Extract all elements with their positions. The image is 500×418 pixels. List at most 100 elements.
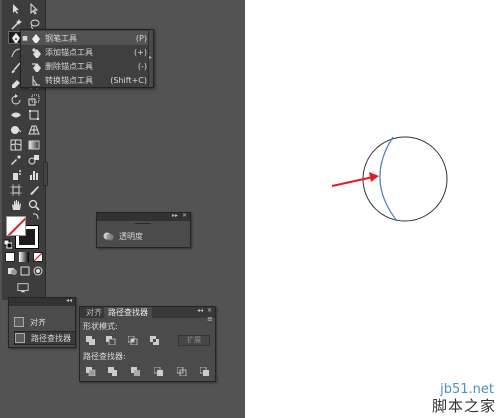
- tearoff-bar[interactable]: ▸: [148, 30, 153, 87]
- rotate-tool[interactable]: [8, 93, 24, 106]
- fill-color-swatch[interactable]: [6, 216, 26, 236]
- expand-button[interactable]: 扩展: [178, 335, 210, 346]
- flyout-item-convert-anchor[interactable]: 转换锚点工具 (Shift+C): [21, 73, 149, 87]
- transparency-row[interactable]: 透明度: [103, 231, 143, 242]
- tab-pathfinder[interactable]: 路径查找器: [104, 307, 152, 318]
- width-tool[interactable]: [8, 108, 24, 121]
- hand-icon: [12, 199, 21, 210]
- direct-selection-tool[interactable]: [26, 2, 42, 15]
- scale-tool[interactable]: [26, 93, 42, 106]
- gradient-tool[interactable]: [26, 138, 42, 151]
- panel-tab-bar: 对齐 路径查找器 ◂◂ ✕: [80, 307, 215, 318]
- tearoff-arrow-icon: ▸: [149, 54, 153, 61]
- none-fill-icon: [7, 217, 25, 235]
- draw-normal-button[interactable]: [7, 266, 17, 276]
- add-anchor-icon: [29, 46, 43, 58]
- column-graph-tool[interactable]: [26, 168, 42, 181]
- close-icon[interactable]: ✕: [182, 212, 187, 219]
- gradient-mode-button[interactable]: [19, 252, 29, 262]
- circle-shape[interactable]: [362, 136, 448, 222]
- panel-collapse-handle[interactable]: [43, 162, 48, 186]
- artwork: [331, 136, 448, 222]
- artboard[interactable]: [245, 0, 500, 418]
- minus-front-icon: [106, 336, 116, 346]
- collapse-icon[interactable]: ◂◂: [197, 307, 203, 314]
- magic-wand-icon: [11, 18, 22, 30]
- expand-icon[interactable]: ◂◂: [66, 297, 72, 304]
- align-panel-button[interactable]: 对齐: [14, 315, 76, 329]
- blend-tool[interactable]: [26, 153, 42, 166]
- minus-back-button[interactable]: [199, 366, 210, 376]
- blend-icon: [28, 154, 39, 164]
- divide-button[interactable]: [86, 367, 96, 377]
- column-graph-icon: [30, 170, 38, 180]
- direct-selection-icon: [30, 2, 39, 15]
- rotate-icon: [11, 93, 21, 104]
- symbol-sprayer-tool[interactable]: [8, 168, 24, 181]
- flyout-item-delete-anchor[interactable]: 删除锚点工具 (-): [21, 59, 149, 73]
- default-colors-icon: [4, 239, 12, 249]
- drag-grip: [135, 223, 151, 224]
- slice-tool[interactable]: [26, 183, 42, 196]
- color-mode-button[interactable]: [5, 252, 15, 262]
- panel-header[interactable]: ▸▸ ✕: [97, 212, 190, 221]
- draw-behind-button[interactable]: [20, 266, 30, 276]
- perspective-grid-tool[interactable]: [26, 123, 42, 136]
- none-mode-button[interactable]: [33, 252, 43, 262]
- align-icon: [14, 317, 24, 327]
- swap-arrows-icon: [32, 213, 39, 220]
- panel-header[interactable]: ◂◂: [9, 297, 75, 306]
- gradient-icon: [28, 140, 40, 149]
- lasso-icon: [30, 19, 40, 29]
- watermark: jb51.net 脚本之家: [382, 378, 500, 418]
- none-swatch-icon: [34, 252, 42, 262]
- draw-normal-icon: [8, 268, 17, 275]
- trim-icon: [108, 367, 117, 376]
- exclude-icon: [150, 336, 159, 345]
- selection-tool[interactable]: [8, 2, 24, 15]
- merge-button[interactable]: [131, 367, 141, 376]
- divide-icon: [86, 367, 96, 377]
- shape-builder-tool[interactable]: [8, 123, 24, 136]
- panel-menu-icon[interactable]: ≡: [207, 316, 213, 323]
- minus-front-button[interactable]: [106, 336, 116, 346]
- curved-path[interactable]: [379, 136, 398, 222]
- flyout-item-shortcut: (Shift+C): [110, 75, 147, 85]
- flyout-item-shortcut: (+): [134, 47, 147, 57]
- free-transform-tool[interactable]: [26, 108, 42, 121]
- flyout-item-pen[interactable]: ■ 钢笔工具 (P): [21, 31, 149, 45]
- close-icon[interactable]: ✕: [207, 307, 212, 314]
- unite-icon: [86, 336, 95, 345]
- free-transform-icon: [29, 109, 39, 120]
- pen-tool-flyout: ■ 钢笔工具 (P) 添加锚点工具 (+) 删除锚点工具 (-) 转换锚点工具 …: [20, 29, 154, 88]
- flyout-item-add-anchor[interactable]: 添加锚点工具 (+): [21, 45, 149, 59]
- flyout-item-label: 转换锚点工具: [45, 75, 93, 85]
- perspective-grid-icon: [28, 125, 40, 134]
- default-colors-button[interactable]: [4, 239, 12, 249]
- eyedropper-icon: [11, 154, 21, 165]
- screen-mode-button[interactable]: [16, 282, 30, 294]
- trim-button[interactable]: [108, 367, 118, 376]
- intersect-button[interactable]: [127, 335, 138, 346]
- pathfinder-panel-button[interactable]: 路径查找器: [14, 331, 76, 345]
- draw-inside-button[interactable]: [33, 266, 43, 276]
- artboard-icon: [10, 183, 22, 196]
- transparency-icon: [103, 232, 114, 241]
- unite-button[interactable]: [86, 336, 96, 345]
- exclude-button[interactable]: [150, 336, 160, 345]
- eyedropper-tool[interactable]: [8, 153, 24, 166]
- collapse-icon[interactable]: ▸▸: [172, 212, 178, 219]
- artboard-tool[interactable]: [8, 183, 24, 196]
- red-arrow-shaft: [331, 176, 374, 187]
- mesh-tool[interactable]: [8, 138, 24, 151]
- outline-button[interactable]: [176, 366, 187, 377]
- pathfinders-label: 路径查找器:: [83, 352, 126, 361]
- pathfinder-label: 路径查找器: [31, 333, 71, 343]
- tab-align[interactable]: 对齐: [82, 307, 106, 318]
- selected-dot-icon: ■: [22, 34, 28, 42]
- hand-tool[interactable]: [8, 198, 24, 211]
- draw-inside-icon: [33, 266, 43, 276]
- crop-icon: [153, 366, 163, 376]
- swap-fill-stroke-button[interactable]: [32, 212, 40, 220]
- crop-button[interactable]: [153, 366, 164, 376]
